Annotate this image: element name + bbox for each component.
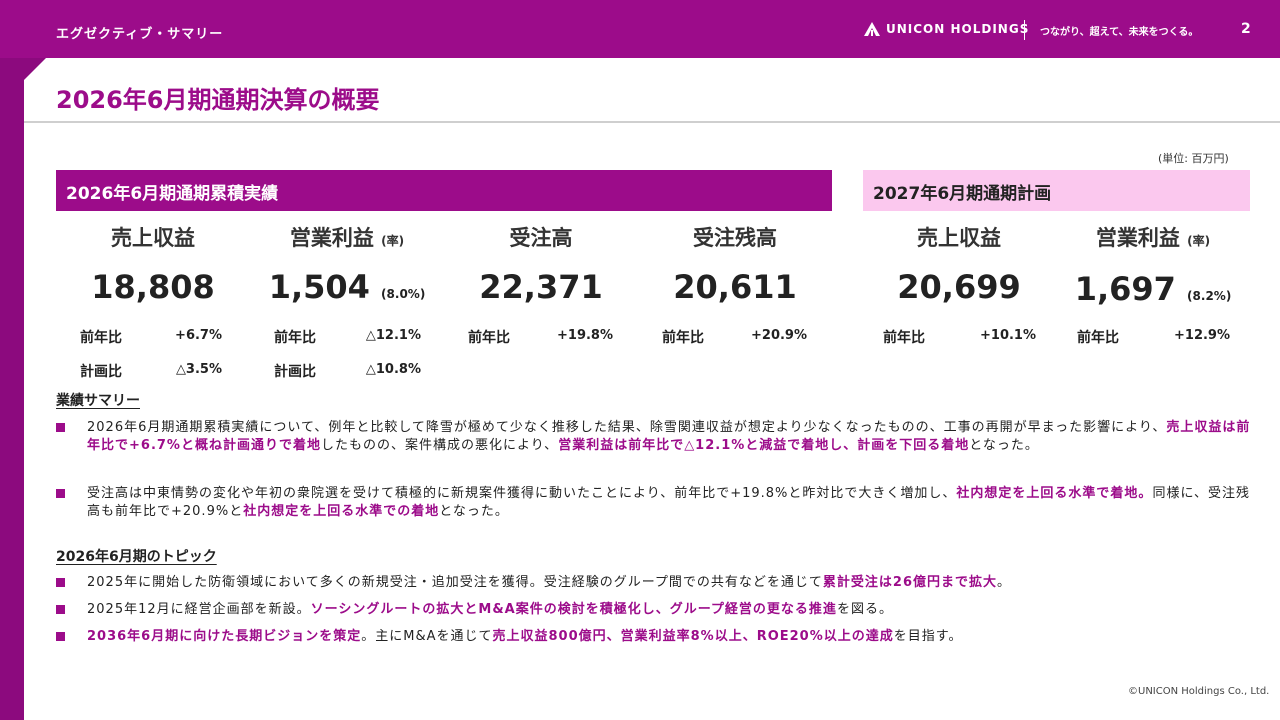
page-number: 2 xyxy=(1241,21,1251,37)
metric-label-text: 営業利益 xyxy=(1095,226,1180,250)
bullet-highlight: 社内想定を上回る水準での着地 xyxy=(243,504,440,519)
bullet-text: 2026年6月期通期累積実績について、例年と比較して降雪が極めて少なく推移した結… xyxy=(87,420,1167,435)
metric-value-text: 18,808 xyxy=(91,268,215,306)
metric-compare-value: △12.1% xyxy=(365,328,421,343)
metric-compare-label: 前年比 xyxy=(468,330,510,346)
bullet-text: となった。 xyxy=(969,438,1039,453)
bullet-square-icon xyxy=(56,578,65,587)
metric-compare-value: △3.5% xyxy=(175,362,222,377)
bullet-text: を図る。 xyxy=(836,602,893,617)
results-metric-label: 営業利益 (率) xyxy=(252,222,442,252)
metric-label-suffix: (率) xyxy=(381,234,405,248)
bullet-text: を目指す。 xyxy=(893,629,963,644)
metric-compare-label: 計画比 xyxy=(80,364,122,380)
metric-label-text: 営業利益 xyxy=(289,226,374,250)
metric-compare-label: 前年比 xyxy=(274,330,316,346)
metric-value-suffix: (8.2%) xyxy=(1187,289,1232,303)
results-metric-value: 22,371 xyxy=(446,268,636,306)
topic-bullet: 2025年12月に経営企画部を新設。ソーシングルートの拡大とM&A案件の検討を積… xyxy=(56,601,1251,619)
bullet-square-icon xyxy=(56,489,65,498)
plan-metric-label: 売上収益 xyxy=(864,222,1054,252)
summary-heading: 業績サマリー xyxy=(56,393,140,409)
metric-value-text: 20,611 xyxy=(673,268,797,306)
metric-label-text: 受注高 xyxy=(509,226,573,250)
bullet-highlight: 累計受注は26億円まで拡大 xyxy=(822,575,998,590)
bullet-highlight: 営業利益は前年比で△12.1%と減益で着地し、計画を下回る着地 xyxy=(558,438,970,453)
bullet-text: 。主にM&Aを通じて xyxy=(361,629,493,644)
bullet-square-icon xyxy=(56,605,65,614)
brand-name: UNICON HOLDINGS xyxy=(886,22,1030,36)
bullet-text: 2025年に開始した防衛領域において多くの新規受注・追加受注を獲得。受注経験のグ… xyxy=(87,575,823,590)
bullet-text: 。 xyxy=(997,575,1012,590)
bullet-square-icon xyxy=(56,632,65,641)
metric-label-text: 受注残高 xyxy=(693,226,777,250)
metric-compare-value: +6.7% xyxy=(175,328,222,343)
section-label: エグゼクティブ・サマリー xyxy=(56,27,224,42)
bullet-text: したものの、案件構成の悪化により、 xyxy=(320,438,559,453)
metric-compare-value: +20.9% xyxy=(751,328,807,343)
metric-value-suffix: (8.0%) xyxy=(381,287,426,301)
unit-note: (単位: 百万円) xyxy=(1158,152,1229,165)
plan-metric-value: 1,697 (8.2%) xyxy=(1058,270,1248,308)
page-title: 2026年6月期通期決算の概要 xyxy=(56,86,380,114)
metric-compare-value: △10.8% xyxy=(365,362,421,377)
results-metric-value: 1,504 (8.0%) xyxy=(252,268,442,306)
metric-label-text: 売上収益 xyxy=(917,226,1001,250)
summary-bullet: 2026年6月期通期累積実績について、例年と比較して降雪が極めて少なく推移した結… xyxy=(56,419,1251,455)
bullet-text: となった。 xyxy=(439,504,509,519)
copyright-notice: ©UNICON Holdings Co., Ltd. xyxy=(1128,686,1270,697)
metric-value-text: 1,504 xyxy=(268,268,370,306)
metric-compare-value: +10.1% xyxy=(980,328,1036,343)
plan-banner: 2027年6月期通期計画 xyxy=(863,170,1250,211)
results-banner: 2026年6月期通期累積実績 xyxy=(56,170,832,211)
brand-tagline: つながり、超えて、未来をつくる。 xyxy=(1040,27,1199,38)
results-metric-label: 受注高 xyxy=(446,222,636,252)
topic-bullet: 2036年6月期に向けた長期ビジョンを策定。主にM&Aを通じて売上収益800億円… xyxy=(56,628,1251,646)
metric-compare-label: 計画比 xyxy=(274,364,316,380)
metric-compare-label: 前年比 xyxy=(1077,330,1119,346)
results-metric-label: 受注残高 xyxy=(640,222,830,252)
bullet-square-icon xyxy=(56,423,65,432)
bullet-text: 2025年12月に経営企画部を新設。 xyxy=(87,602,311,617)
results-metric-label: 売上収益 xyxy=(58,222,248,252)
bullet-highlight: 社内想定を上回る水準で着地。 xyxy=(956,486,1153,501)
metric-compare-label: 前年比 xyxy=(662,330,704,346)
brand-logo: UNICON HOLDINGS xyxy=(864,22,1029,36)
summary-bullet: 受注高は中東情勢の変化や年初の衆院選を受けて積極的に新規案件獲得に動いたことによ… xyxy=(56,485,1251,521)
top-bar: エグゼクティブ・サマリー UNICON HOLDINGS つながり、超えて、未来… xyxy=(0,0,1280,58)
bullet-text: 受注高は中東情勢の変化や年初の衆院選を受けて積極的に新規案件獲得に動いたことによ… xyxy=(87,486,957,501)
bullet-highlight: ソーシングルートの拡大とM&A案件の検討を積極化し、グループ経営の更なる推進 xyxy=(310,602,837,617)
plan-metric-label: 営業利益 (率) xyxy=(1058,222,1248,252)
topics-heading: 2026年6月期のトピック xyxy=(56,549,217,565)
results-metric-value: 20,611 xyxy=(640,268,830,306)
metric-label-suffix: (率) xyxy=(1187,234,1211,248)
metric-value-text: 20,699 xyxy=(897,268,1021,306)
metric-compare-value: +19.8% xyxy=(557,328,613,343)
results-metric-value: 18,808 xyxy=(58,268,248,306)
metric-label-text: 売上収益 xyxy=(111,226,195,250)
metric-value-text: 22,371 xyxy=(479,268,603,306)
metric-compare-label: 前年比 xyxy=(80,330,122,346)
brand-divider xyxy=(1024,20,1025,40)
metric-compare-value: +12.9% xyxy=(1174,328,1230,343)
metric-compare-label: 前年比 xyxy=(883,330,925,346)
topic-bullet: 2025年に開始した防衛領域において多くの新規受注・追加受注を獲得。受注経験のグ… xyxy=(56,574,1251,592)
content-panel xyxy=(24,58,1280,720)
brand-mark-icon xyxy=(864,22,880,36)
metric-value-text: 1,697 xyxy=(1074,270,1176,308)
plan-metric-value: 20,699 xyxy=(864,268,1054,306)
bullet-highlight: 2036年6月期に向けた長期ビジョンを策定 xyxy=(87,629,362,644)
bullet-highlight: 売上収益800億円、営業利益率8%以上、ROE20%以上の達成 xyxy=(492,629,894,644)
title-divider xyxy=(24,121,1280,123)
